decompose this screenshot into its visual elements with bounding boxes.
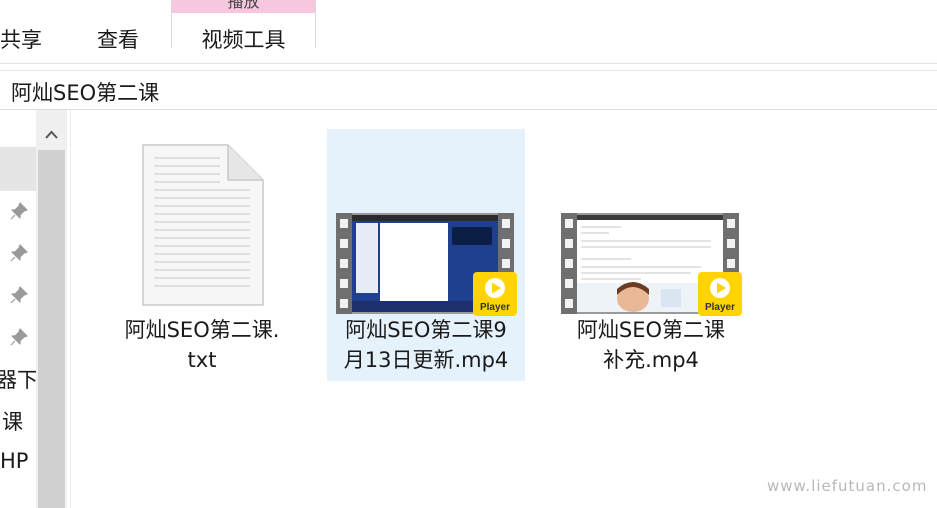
- nav-item[interactable]: 器下: [0, 364, 38, 394]
- file-name: 阿灿SEO第二课9 月13日更新.mp4: [327, 315, 525, 375]
- tab-share[interactable]: 共享: [0, 24, 42, 54]
- ribbon-divider: [0, 63, 937, 64]
- file-name-line: txt: [187, 348, 217, 372]
- file-item-selected[interactable]: Player 阿灿SEO第二课9 月13日更新.mp4: [327, 129, 525, 381]
- file-name-line: 月13日更新.mp4: [343, 348, 509, 372]
- text-file-icon: [142, 144, 264, 306]
- pin-icon: [10, 328, 28, 346]
- nav-selected-item[interactable]: [0, 147, 36, 191]
- file-name-line: 阿灿SEO第二课: [576, 318, 726, 342]
- pin-icon: [10, 202, 28, 220]
- nav-item[interactable]: 课: [2, 406, 23, 436]
- tab-view[interactable]: 查看: [97, 24, 139, 54]
- file-item[interactable]: 阿灿SEO第二课. txt: [103, 129, 301, 381]
- scrollbar-thumb[interactable]: [38, 150, 65, 508]
- player-badge-label: Player: [480, 302, 510, 313]
- player-badge-label: Player: [705, 302, 735, 313]
- player-badge-icon: Player: [473, 272, 517, 316]
- chevron-up-icon[interactable]: [36, 122, 67, 146]
- file-name-line: 补充.mp4: [603, 348, 699, 372]
- pin-icon: [10, 244, 28, 262]
- context-tab-band: 播放: [172, 0, 315, 13]
- nav-scrollbar[interactable]: [36, 110, 67, 508]
- file-name: 阿灿SEO第二课. txt: [103, 315, 301, 375]
- tab-video-tools[interactable]: 播放 视频工具: [171, 0, 316, 52]
- file-name: 阿灿SEO第二课 补充.mp4: [552, 315, 750, 375]
- file-name-line: 阿灿SEO第二课9: [345, 318, 507, 342]
- player-badge-icon: Player: [698, 272, 742, 316]
- address-bar[interactable]: 阿灿SEO第二课: [0, 71, 937, 110]
- watermark: www.liefutuan.com: [767, 477, 928, 495]
- pane-divider: [70, 110, 71, 508]
- ribbon: 共享 查看 播放 视频工具: [0, 0, 937, 64]
- navigation-pane: 器下 课 HP: [0, 110, 38, 508]
- file-name-line: 阿灿SEO第二课.: [124, 318, 280, 342]
- context-tab-group-label: 播放: [227, 0, 260, 11]
- pin-icon: [10, 286, 28, 304]
- file-item[interactable]: Player 阿灿SEO第二课 补充.mp4: [552, 129, 750, 381]
- tab-video-tools-label: 视频工具: [201, 28, 286, 52]
- nav-item[interactable]: HP: [0, 449, 28, 473]
- address-path: 阿灿SEO第二课: [11, 81, 160, 105]
